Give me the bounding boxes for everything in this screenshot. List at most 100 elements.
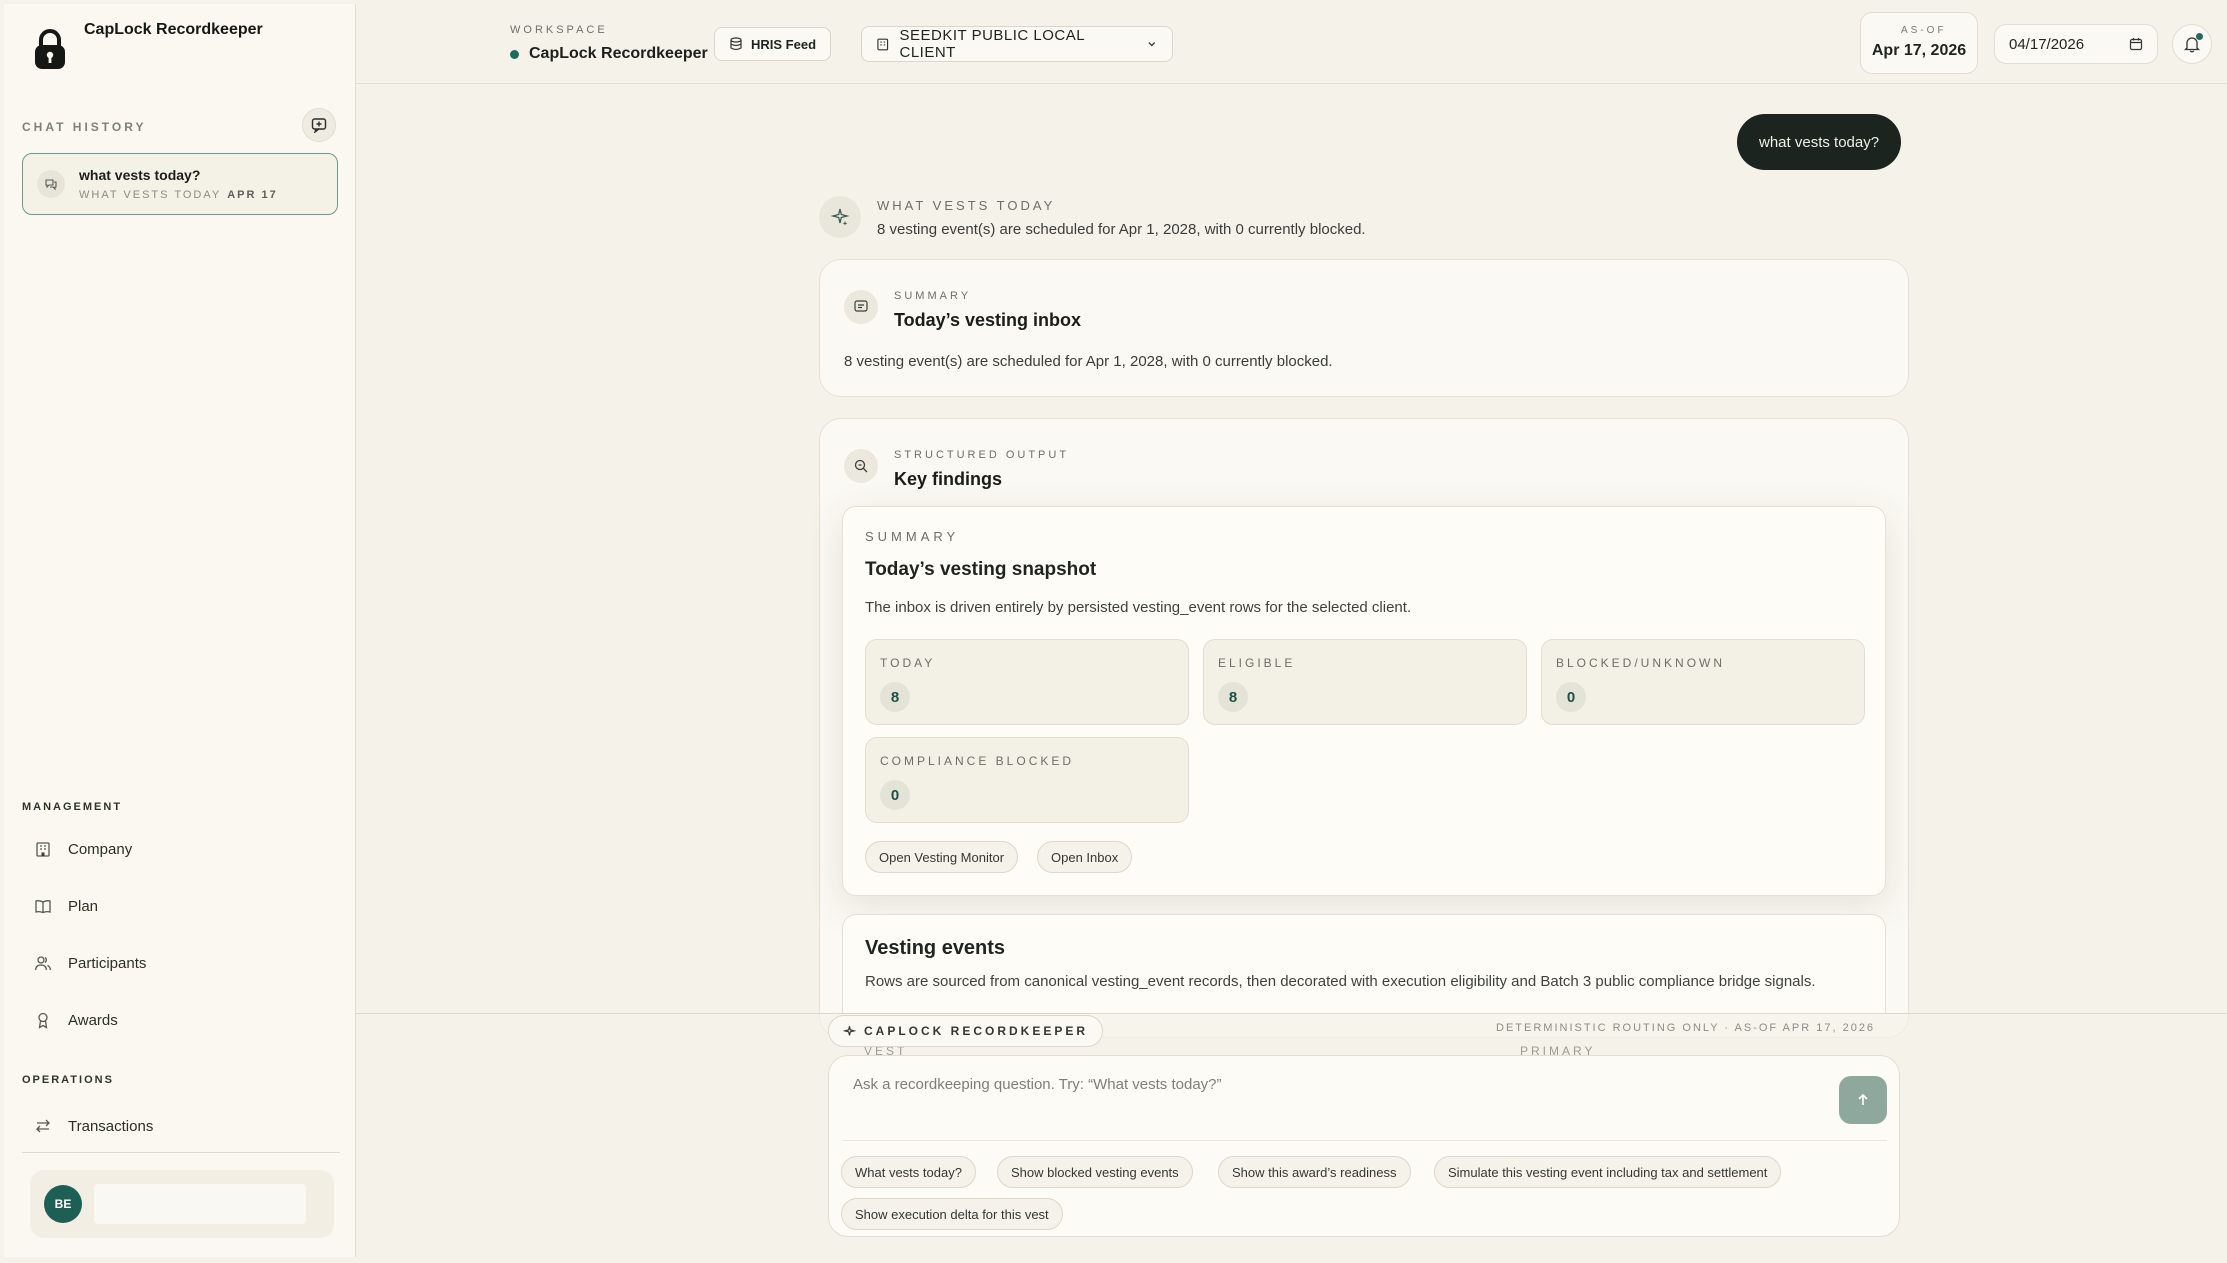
chat-input[interactable]: [853, 1076, 1793, 1093]
structured-kicker: Structured Output: [894, 449, 1070, 461]
summary-card: Summary Today’s vesting inbox 8 vesting …: [819, 259, 1909, 397]
suggestion-chip[interactable]: Show blocked vesting events: [997, 1156, 1193, 1188]
arrow-up-icon: [1858, 1093, 1868, 1105]
client-select-value: SEEDKIT PUBLIC LOCAL CLIENT: [899, 27, 1085, 61]
open-vesting-monitor-button[interactable]: Open Vesting Monitor: [865, 841, 1019, 873]
avatar: BE: [44, 1185, 82, 1223]
chat-item-title: what vests today?: [79, 167, 201, 183]
stat-value: 8: [880, 682, 910, 712]
user-name-placeholder: [94, 1184, 306, 1224]
workspace-label: Workspace: [510, 24, 608, 36]
chat-bubble-icon: [37, 170, 65, 198]
sidebar-item-plan[interactable]: Plan: [34, 897, 98, 915]
sidebar-item-label: Participants: [68, 954, 147, 972]
operations-label: Operations: [22, 1074, 114, 1086]
database-icon: [730, 37, 742, 51]
hris-feed-button[interactable]: HRIS Feed: [714, 27, 832, 61]
status-dot-icon: [510, 49, 519, 59]
search-icon: [844, 449, 878, 483]
arrows-icon: [36, 1119, 50, 1133]
chat-history-label: Chat History: [22, 120, 147, 134]
open-inbox-button[interactable]: Open Inbox: [1037, 841, 1133, 873]
new-chat-icon: [311, 118, 327, 133]
stat-label: Eligible: [1218, 656, 1296, 670]
workspace-name-text: CapLock Recordkeeper: [529, 45, 708, 62]
stat-compliance-blocked: Compliance Blocked 0: [865, 737, 1189, 823]
sidebar-item-label: Awards: [68, 1011, 118, 1029]
as-of-display: As-of Apr 17, 2026: [1860, 12, 1978, 74]
snapshot-title: Today’s vesting snapshot: [865, 559, 1097, 580]
book-icon: [35, 900, 51, 914]
chat-history-item[interactable]: what vests today? What vests today APR 17: [22, 153, 338, 215]
sidebar-item-label: Plan: [68, 897, 99, 915]
stat-value: 0: [1556, 682, 1586, 712]
hris-feed-label: HRIS Feed: [751, 36, 817, 52]
date-picker[interactable]: 04/17/2026: [1994, 24, 2158, 64]
composer-separator: [843, 1140, 1887, 1141]
stat-label: Today: [880, 656, 936, 670]
message-icon: [844, 290, 878, 324]
stat-blocked-unknown: Blocked/Unknown 0: [1541, 639, 1865, 725]
sidebar-item-company[interactable]: Company: [34, 840, 132, 858]
sidebar: CapLock Recordkeeper Chat History what v…: [4, 4, 356, 1257]
sidebar-item-awards[interactable]: Awards: [34, 1011, 118, 1029]
composer: What vests today? Show blocked vesting e…: [828, 1055, 1900, 1237]
stat-value: 0: [880, 780, 910, 810]
stat-eligible: Eligible 8: [1203, 639, 1527, 725]
suggestion-chip[interactable]: Show this award’s readiness: [1218, 1156, 1411, 1188]
brand-name: CapLock Recordkeeper: [84, 21, 263, 38]
vesting-events-description: Rows are sourced from canonical vesting_…: [865, 973, 1816, 990]
reply-subtitle: 8 vesting event(s) are scheduled for Apr…: [877, 221, 1366, 238]
snapshot-kicker: Summary: [865, 529, 960, 544]
stat-label: Compliance Blocked: [880, 754, 1075, 768]
summary-title: Today’s vesting inbox: [894, 310, 1082, 330]
user-menu[interactable]: BE: [30, 1170, 334, 1238]
summary-kicker: Summary: [894, 290, 972, 302]
vesting-events-title: Vesting events: [865, 937, 1006, 959]
client-select[interactable]: SEEDKIT PUBLIC LOCAL CLIENT: [861, 26, 1173, 62]
summary-body: 8 vesting event(s) are scheduled for Apr…: [844, 353, 1333, 370]
agent-chip[interactable]: CapLock Recordkeeper: [828, 1015, 1104, 1047]
stat-label: Blocked/Unknown: [1556, 656, 1726, 670]
stat-value: 8: [1218, 682, 1248, 712]
building-icon: [36, 842, 50, 857]
building-icon: [877, 38, 889, 51]
sidebar-item-label: Transactions: [68, 1117, 154, 1135]
chat-item-meta: What vests today APR 17: [79, 189, 278, 201]
snapshot-description: The inbox is driven entirely by persiste…: [865, 599, 1412, 616]
sparkle-icon: [819, 196, 861, 238]
user-message-bubble: what vests today?: [1737, 114, 1902, 170]
brand[interactable]: CapLock Recordkeeper: [32, 18, 263, 72]
calendar-icon: [2129, 38, 2143, 51]
date-value: 04/17/2026: [2009, 35, 2085, 53]
routing-note: Deterministic routing only · As-of Apr 1…: [1496, 1022, 1876, 1034]
new-chat-button[interactable]: [302, 108, 336, 142]
suggestion-chip[interactable]: Simulate this vesting event including ta…: [1434, 1156, 1782, 1188]
vesting-events-panel: Vesting events Rows are sourced from can…: [842, 914, 1886, 1014]
sidebar-item-participants[interactable]: Participants: [34, 954, 146, 972]
chat-item-date: APR 17: [227, 189, 278, 201]
suggestion-chip[interactable]: What vests today?: [841, 1156, 976, 1188]
users-icon: [34, 956, 52, 971]
chat-item-topic: What vests today: [79, 189, 222, 201]
top-bar: Workspace CapLock Recordkeeper HRIS Feed…: [356, 0, 2227, 84]
agent-chip-label: CapLock Recordkeeper: [864, 1024, 1089, 1038]
notifications-button[interactable]: [2172, 24, 2212, 64]
reply-title: What vests today: [877, 198, 1056, 213]
sidebar-item-transactions[interactable]: Transactions: [34, 1117, 153, 1135]
suggestion-chip[interactable]: Show execution delta for this vest: [841, 1198, 1063, 1230]
vesting-snapshot-panel: Summary Today’s vesting snapshot The inb…: [842, 506, 1886, 896]
chevron-down-icon: [1148, 42, 1156, 47]
structured-title: Key findings: [894, 469, 1003, 489]
workspace-name: CapLock Recordkeeper: [510, 45, 708, 63]
award-icon: [38, 1012, 48, 1029]
management-label: Management: [22, 801, 123, 813]
send-button[interactable]: [1839, 1076, 1887, 1124]
sparkle-icon: [843, 1025, 856, 1036]
sidebar-divider: [22, 1152, 340, 1153]
notification-dot: [2196, 33, 2203, 40]
as-of-value: Apr 17, 2026: [1871, 42, 1967, 59]
lock-logo-icon: [35, 29, 65, 69]
sidebar-item-label: Company: [68, 840, 133, 858]
as-of-label: As-of: [1901, 25, 1947, 36]
